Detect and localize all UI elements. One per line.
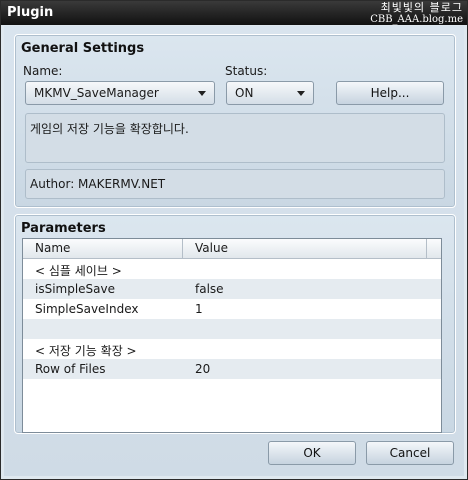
plugin-dialog: Plugin 최빛빛의 블로그 CBB_AAA.blog.me General … xyxy=(0,0,468,480)
column-header-name[interactable]: Name xyxy=(23,239,183,258)
row-value: 20 xyxy=(195,362,211,376)
description-box: 게임의 저장 기능을 확장합니다. xyxy=(25,113,445,163)
watermark: 최빛빛의 블로그 CBB_AAA.blog.me xyxy=(370,2,463,26)
row-value: 1 xyxy=(195,302,203,316)
dialog-body: General Settings Name: MKMV_SaveManager … xyxy=(4,26,464,476)
table-row[interactable]: Row of Files 20 xyxy=(23,359,441,379)
general-settings-group: General Settings Name: MKMV_SaveManager … xyxy=(14,34,456,208)
ok-button[interactable]: OK xyxy=(268,441,356,465)
column-header-filler xyxy=(427,239,441,258)
window-title: Plugin xyxy=(7,5,54,20)
status-label: Status: xyxy=(225,64,268,78)
table-row[interactable]: isSimpleSave false xyxy=(23,279,441,299)
table-row[interactable]: < 심플 세이브 > xyxy=(23,259,441,279)
parameters-table[interactable]: Name Value < 심플 세이브 > isSimpleSave false… xyxy=(22,238,442,433)
table-header: Name Value xyxy=(23,239,441,259)
chevron-down-icon xyxy=(297,91,305,96)
name-select-value: MKMV_SaveManager xyxy=(34,86,159,100)
general-settings-title: General Settings xyxy=(21,41,145,56)
parameters-group: Parameters Name Value < 심플 세이브 > isSimpl… xyxy=(14,214,456,434)
watermark-line-1: 최빛빛의 블로그 xyxy=(380,1,463,14)
watermark-line-2: CBB_AAA.blog.me xyxy=(370,14,463,25)
row-name: SimpleSaveIndex xyxy=(35,302,139,316)
row-value: false xyxy=(195,282,224,296)
table-row[interactable]: SimpleSaveIndex 1 xyxy=(23,299,441,319)
author-box: Author: MAKERMV.NET xyxy=(25,169,445,199)
table-row[interactable]: < 저장 기능 확장 > xyxy=(23,339,441,359)
row-name: < 심플 세이브 > xyxy=(35,264,122,278)
author-text: Author: MAKERMV.NET xyxy=(30,177,166,191)
column-header-value[interactable]: Value xyxy=(183,239,427,258)
chevron-down-icon xyxy=(198,91,206,96)
parameters-title: Parameters xyxy=(21,221,106,236)
help-button[interactable]: Help... xyxy=(336,81,444,105)
table-row[interactable] xyxy=(23,379,441,399)
description-text: 게임의 저장 기능을 확장합니다. xyxy=(30,122,189,136)
row-name: < 저장 기능 확장 > xyxy=(35,344,137,358)
table-row[interactable] xyxy=(23,319,441,339)
cancel-button[interactable]: Cancel xyxy=(366,441,454,465)
name-label: Name: xyxy=(23,64,63,78)
row-name: isSimpleSave xyxy=(35,282,116,296)
status-select[interactable]: ON xyxy=(226,81,314,105)
row-name: Row of Files xyxy=(35,362,106,376)
title-bar[interactable]: Plugin 최빛빛의 블로그 CBB_AAA.blog.me xyxy=(1,1,467,25)
name-select[interactable]: MKMV_SaveManager xyxy=(25,81,215,105)
status-select-value: ON xyxy=(235,86,254,100)
